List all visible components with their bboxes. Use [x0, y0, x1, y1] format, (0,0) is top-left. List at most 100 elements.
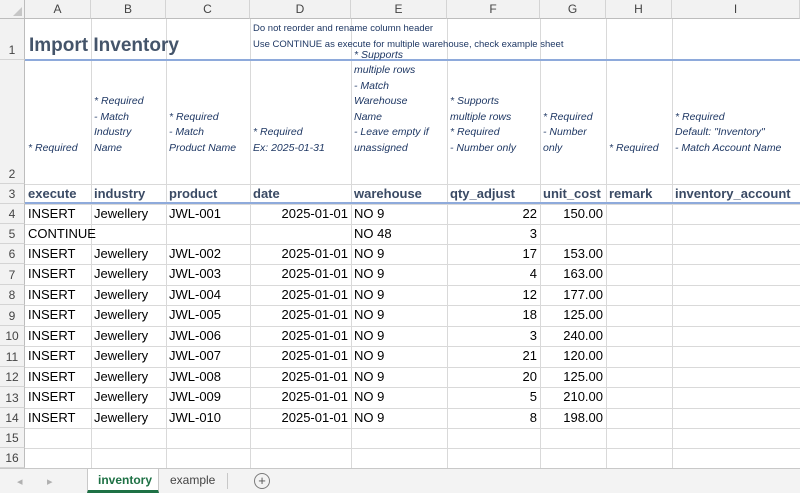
cell-unit-cost[interactable]: 153.00	[540, 244, 606, 264]
cell-unit-cost[interactable]: 198.00	[540, 408, 606, 428]
cell-date[interactable]: 2025-01-01	[250, 264, 351, 284]
help-text-unit-cost[interactable]: * Required - Number only	[543, 110, 605, 157]
cell-unit-cost[interactable]: 240.00	[540, 326, 606, 346]
cell-date[interactable]: 2025-01-01	[250, 346, 351, 366]
cell-unit-cost[interactable]: 177.00	[540, 285, 606, 305]
row-header-15[interactable]: 15	[0, 428, 25, 448]
column-header-e[interactable]: E	[351, 0, 447, 19]
cell-date[interactable]: 2025-01-01	[250, 408, 351, 428]
row-header-9[interactable]: 9	[0, 305, 25, 326]
row-header-10[interactable]: 10	[0, 326, 25, 346]
sheet-title[interactable]: Import Inventory	[29, 35, 179, 57]
column-label-warehouse[interactable]: warehouse	[351, 184, 422, 203]
cell-qty-adjust[interactable]: 22	[447, 204, 540, 224]
cell-warehouse[interactable]: NO 9	[351, 346, 387, 366]
column-label-qty-adjust[interactable]: qty_adjust	[447, 184, 515, 203]
column-header-b[interactable]: B	[91, 0, 166, 19]
cell-industry[interactable]: Jewellery	[91, 326, 151, 346]
cell-unit-cost[interactable]: 120.00	[540, 346, 606, 366]
cell-industry[interactable]: Jewellery	[91, 305, 151, 325]
row-header-13[interactable]: 13	[0, 387, 25, 408]
cell-execute[interactable]: CONTINUE	[25, 224, 99, 244]
column-label-unit-cost[interactable]: unit_cost	[540, 184, 601, 203]
cell-execute[interactable]: INSERT	[25, 244, 78, 264]
column-header-h[interactable]: H	[606, 0, 672, 19]
add-sheet-icon[interactable]: +	[254, 473, 270, 489]
column-header-g[interactable]: G	[540, 0, 606, 19]
cell-execute[interactable]: INSERT	[25, 326, 78, 346]
cell-product[interactable]: JWL-010	[166, 408, 224, 428]
column-header-a[interactable]: A	[25, 0, 91, 19]
cell-qty-adjust[interactable]: 12	[447, 285, 540, 305]
column-header-i[interactable]: I	[672, 0, 800, 19]
cell-industry[interactable]: Jewellery	[91, 204, 151, 224]
cell-qty-adjust[interactable]: 3	[447, 326, 540, 346]
cell-qty-adjust[interactable]: 21	[447, 346, 540, 366]
column-label-remark[interactable]: remark	[606, 184, 652, 203]
row-header-2[interactable]: 2	[0, 60, 25, 184]
cell-warehouse[interactable]: NO 9	[351, 387, 387, 407]
row-header-4[interactable]: 4	[0, 204, 25, 224]
cell-industry[interactable]: Jewellery	[91, 387, 151, 407]
cell-industry[interactable]: Jewellery	[91, 408, 151, 428]
cell-execute[interactable]: INSERT	[25, 305, 78, 325]
cell-execute[interactable]: INSERT	[25, 367, 78, 387]
cell-qty-adjust[interactable]: 4	[447, 264, 540, 284]
cell-product[interactable]: JWL-007	[166, 346, 224, 366]
cell-product[interactable]: JWL-009	[166, 387, 224, 407]
cell-execute[interactable]: INSERT	[25, 204, 78, 224]
row-header-5[interactable]: 5	[0, 224, 25, 244]
cell-qty-adjust[interactable]: 18	[447, 305, 540, 325]
cell-industry[interactable]: Jewellery	[91, 244, 151, 264]
cell-execute[interactable]: INSERT	[25, 264, 78, 284]
cell-industry[interactable]: Jewellery	[91, 367, 151, 387]
cell-qty-adjust[interactable]: 8	[447, 408, 540, 428]
cell-qty-adjust[interactable]: 5	[447, 387, 540, 407]
cell-warehouse[interactable]: NO 9	[351, 264, 387, 284]
cell-qty-adjust[interactable]: 3	[447, 224, 540, 244]
column-header-f[interactable]: F	[447, 0, 540, 19]
cell-date[interactable]: 2025-01-01	[250, 285, 351, 305]
row-header-11[interactable]: 11	[0, 346, 25, 367]
cell-warehouse[interactable]: NO 9	[351, 408, 387, 428]
help-text-warehouse[interactable]: * Supports multiple rows - Match Warehou…	[354, 48, 446, 157]
cell-product[interactable]: JWL-003	[166, 264, 224, 284]
cell-unit-cost[interactable]: 125.00	[540, 305, 606, 325]
cell-date[interactable]: 2025-01-01	[250, 387, 351, 407]
cell-industry[interactable]: Jewellery	[91, 346, 151, 366]
cell-product[interactable]: JWL-002	[166, 244, 224, 264]
help-text-qty-adjust[interactable]: * Supports multiple rows * Required - Nu…	[450, 94, 539, 156]
cell-warehouse[interactable]: NO 9	[351, 204, 387, 224]
select-all-corner[interactable]	[0, 0, 25, 19]
cell-execute[interactable]: INSERT	[25, 387, 78, 407]
cell-execute[interactable]: INSERT	[25, 346, 78, 366]
cell-product[interactable]: JWL-001	[166, 204, 224, 224]
cell-industry[interactable]: Jewellery	[91, 264, 151, 284]
cell-warehouse[interactable]: NO 9	[351, 244, 387, 264]
help-text-product[interactable]: * Required - Match Product Name	[169, 110, 249, 157]
cell-warehouse[interactable]: NO 9	[351, 326, 387, 346]
cell-industry[interactable]: Jewellery	[91, 285, 151, 305]
cell-qty-adjust[interactable]: 17	[447, 244, 540, 264]
row-header-6[interactable]: 6	[0, 244, 25, 264]
row-header-7[interactable]: 7	[0, 264, 25, 285]
help-text-date[interactable]: * Required Ex: 2025-01-31	[253, 125, 350, 156]
row-header-14[interactable]: 14	[0, 408, 25, 428]
column-label-product[interactable]: product	[166, 184, 217, 203]
cell-qty-adjust[interactable]: 20	[447, 367, 540, 387]
column-header-c[interactable]: C	[166, 0, 250, 19]
column-label-inventory-account[interactable]: inventory_account	[672, 184, 791, 203]
tab-example[interactable]: example	[160, 469, 226, 493]
cell-warehouse[interactable]: NO 9	[351, 367, 387, 387]
cell-product[interactable]: JWL-008	[166, 367, 224, 387]
cell-product[interactable]: JWL-006	[166, 326, 224, 346]
column-label-execute[interactable]: execute	[25, 184, 76, 203]
cell-date[interactable]: 2025-01-01	[250, 326, 351, 346]
cell-unit-cost[interactable]: 125.00	[540, 367, 606, 387]
prev-sheet-arrow-icon[interactable]: ◂	[17, 475, 23, 488]
cell-date[interactable]: 2025-01-01	[250, 204, 351, 224]
cell-execute[interactable]: INSERT	[25, 285, 78, 305]
row-header-16[interactable]: 16	[0, 448, 25, 468]
help-text-industry[interactable]: * Required - Match Industry Name	[94, 94, 165, 156]
spreadsheet-grid[interactable]: ABCDEFGHI 1 2 3 4 5 6 7 8 9 10 11 12 13 14 15 16 Import…	[0, 0, 800, 468]
